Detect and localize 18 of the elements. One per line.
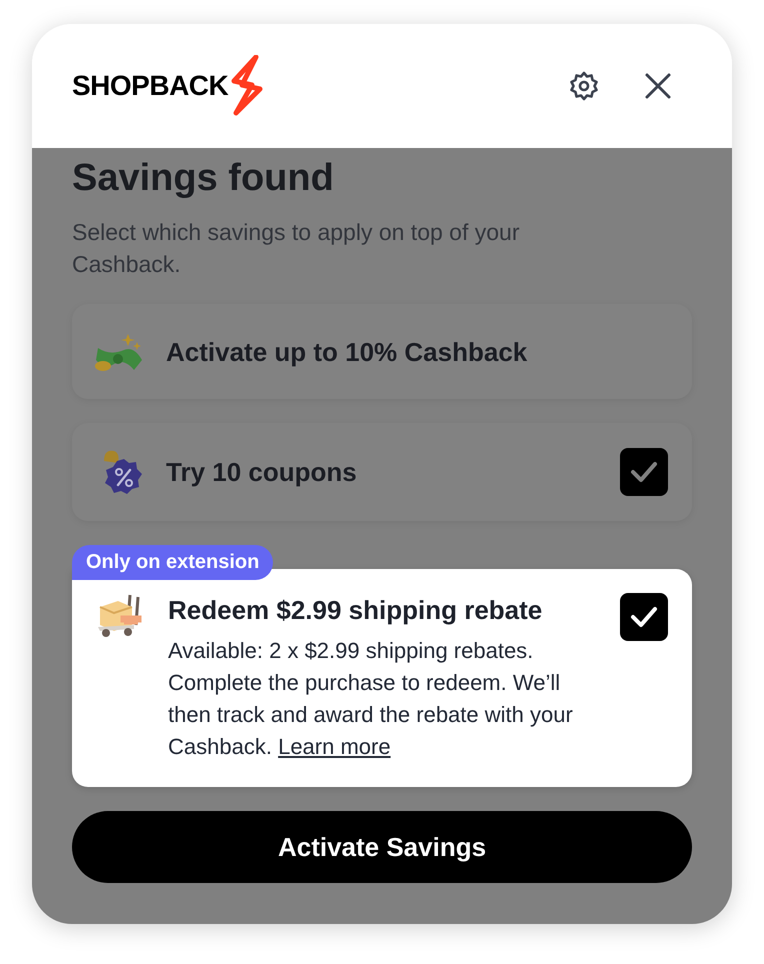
checkbox[interactable] <box>620 593 668 641</box>
checkbox[interactable] <box>620 448 668 496</box>
offer-title: Activate up to 10% Cashback <box>166 336 528 368</box>
logo-text: SHOPBACK <box>72 70 228 102</box>
settings-icon[interactable] <box>568 70 600 102</box>
checkmark-icon <box>629 460 659 484</box>
offer-title: Redeem $2.99 shipping rebate <box>168 594 544 627</box>
close-icon[interactable] <box>644 72 672 100</box>
checkmark-icon <box>629 605 659 629</box>
extension-badge: Only on extension <box>72 545 274 580</box>
learn-more-link[interactable]: Learn more <box>278 734 391 759</box>
subtitle: Select which savings to apply on top of your Cashback. <box>72 218 520 279</box>
offer-title: Try 10 coupons <box>166 456 358 489</box>
offer-card[interactable]: Try 10 coupons <box>72 423 692 521</box>
heading: Savings found <box>72 156 335 201</box>
offer-card[interactable]: Activate up to 10% Cashback <box>72 304 692 399</box>
offer-description: Available: 2 x $2.99 shipping rebates. Complete the purchase to redeem. We’ll then track and award the rebate with your Cashback. Learn more <box>168 637 574 761</box>
activate-savings-button[interactable]: Activate Savings <box>72 811 692 883</box>
